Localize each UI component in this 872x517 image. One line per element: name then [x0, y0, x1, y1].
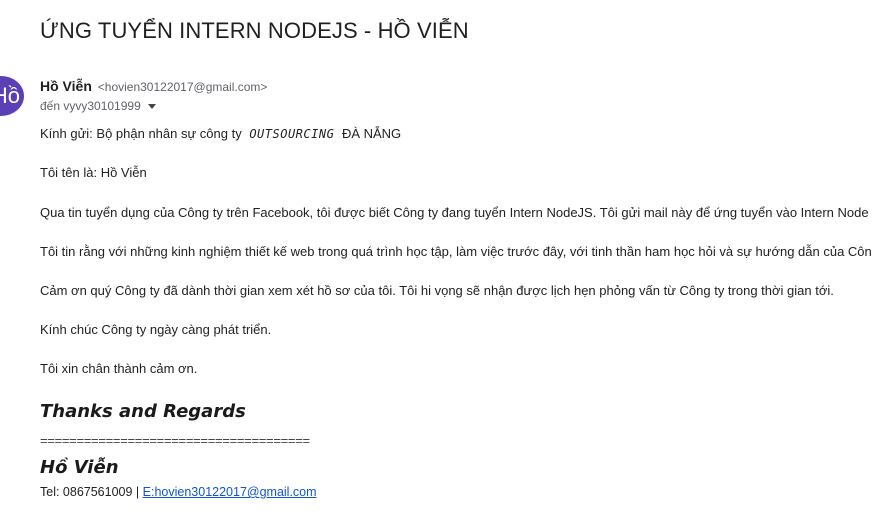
paragraph-2: Tôi tin rằng với những kinh nghiệm thiết…: [40, 244, 872, 259]
paragraph-3: Cảm ơn quý Công ty đã dành thời gian xem…: [40, 283, 834, 298]
signature-divider: =====================================: [40, 433, 310, 448]
greeting-suffix: ĐÀ NẴNG: [341, 126, 402, 141]
closing-line: Tôi xin chân thành cảm ơn.: [40, 361, 198, 376]
recipient-line: đến vyvy30101999: [40, 99, 156, 113]
paragraph-4: Kính chúc Công ty ngày càng phát triển.: [40, 322, 272, 337]
email-subject: ỨNG TUYỂN INTERN NODEJS - HỒ VIỄN: [40, 18, 469, 43]
paragraph-1: Qua tin tuyển dụng của Công ty trên Face…: [40, 205, 869, 220]
signature-email-link[interactable]: E:hovien30122017@gmail.com: [143, 485, 317, 499]
sender-name[interactable]: Hồ Viễn: [40, 78, 92, 94]
greeting-line: Kính gửi: Bộ phận nhân sự công ty OUTSOU…: [40, 126, 401, 142]
sender-line: Hồ Viễn <hovien30122017@gmail.com>: [40, 78, 267, 94]
intro-line: Tôi tên là: Hồ Viễn: [40, 165, 147, 180]
greeting-prefix: Kính gửi: Bộ phận nhân sự công ty: [40, 126, 242, 141]
signature-name: Hồ Viễn: [40, 457, 119, 478]
signature-phone: Tel: 0867561009 |: [40, 485, 143, 499]
signature-contact: Tel: 0867561009 | E:hovien30122017@gmail…: [40, 485, 317, 499]
sender-email: <hovien30122017@gmail.com>: [97, 80, 268, 94]
signature-thanks: Thanks and Regards: [40, 401, 246, 422]
recipient-text: đến vyvy30101999: [40, 99, 141, 113]
chevron-down-icon[interactable]: [147, 104, 156, 109]
greeting-company: OUTSOURCING: [249, 127, 335, 141]
avatar[interactable]: Hồ: [0, 76, 24, 116]
email-view: ỨNG TUYỂN INTERN NODEJS - HỒ VIỄN Hồ Hồ …: [0, 0, 872, 517]
